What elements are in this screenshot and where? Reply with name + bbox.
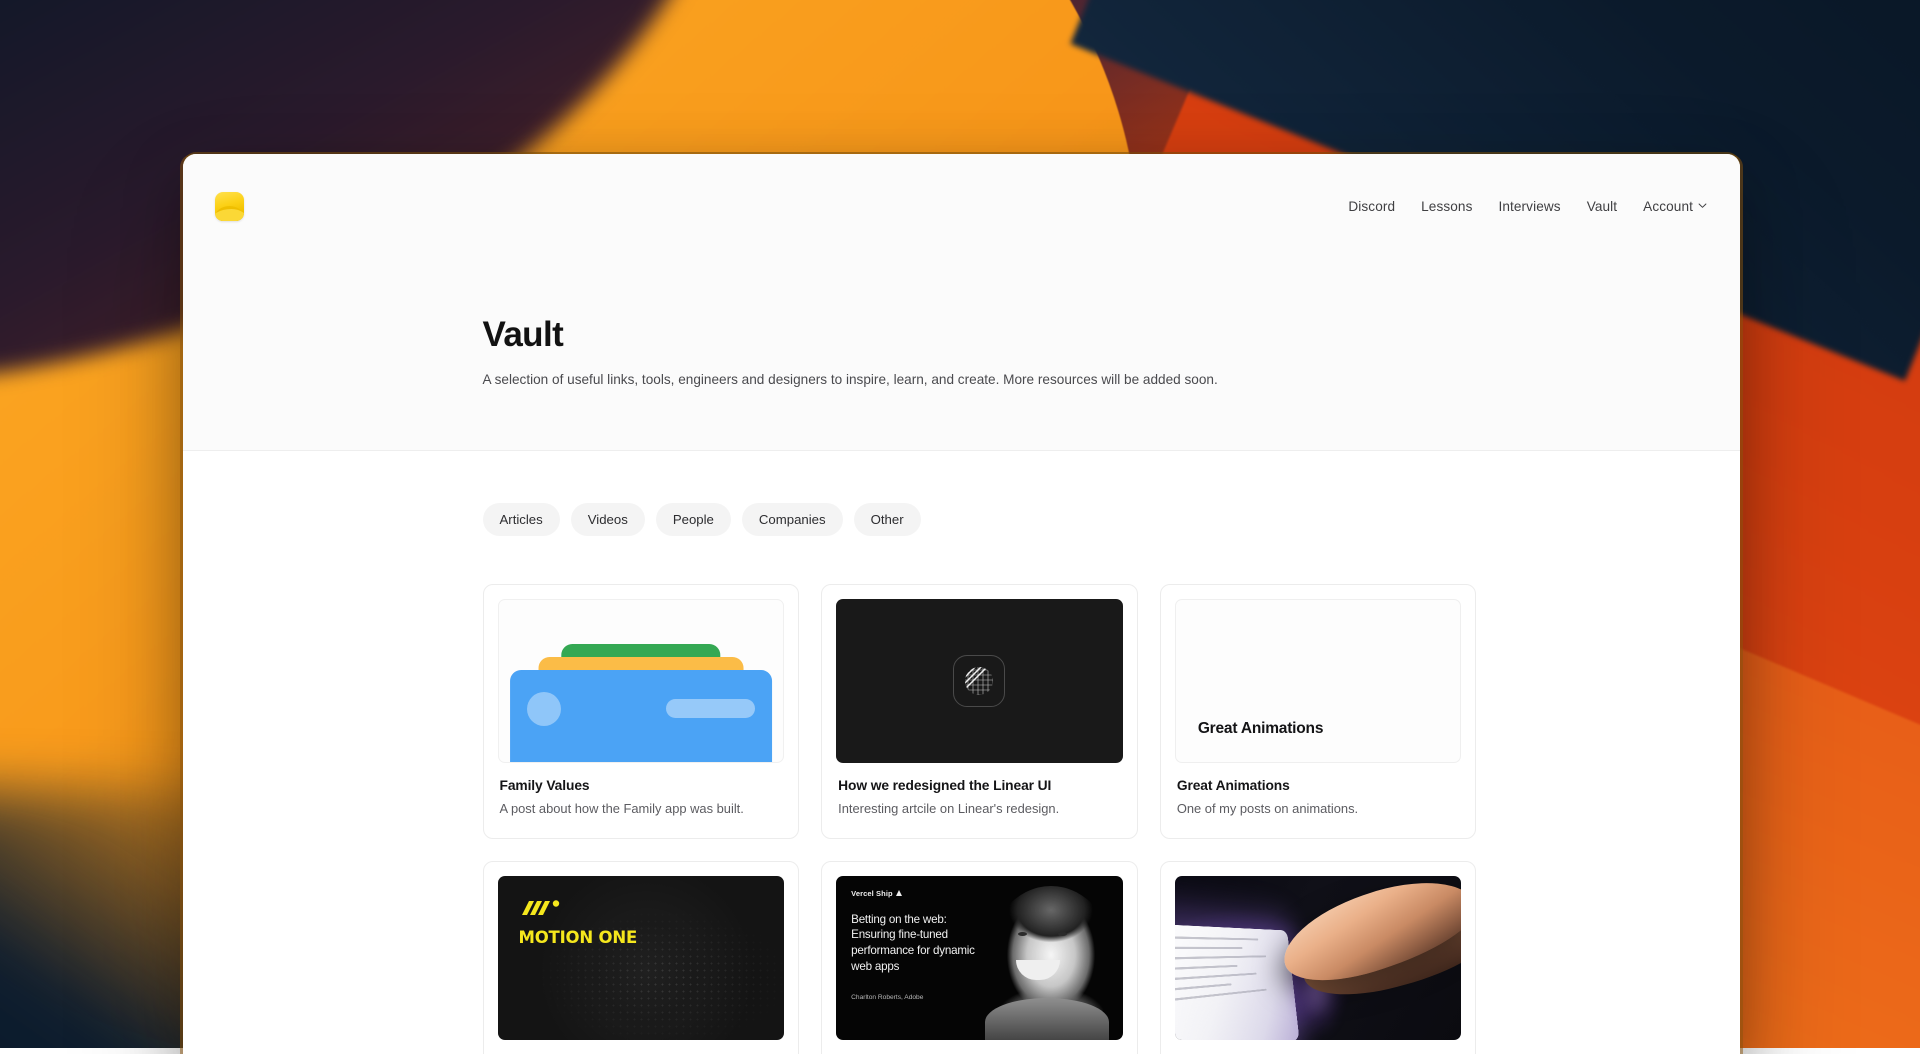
card-thumbnail-wrap — [822, 585, 1137, 763]
resource-card[interactable]: Great Animations Great Animations One of… — [1160, 584, 1477, 839]
linear-logo-dark — [836, 599, 1123, 763]
account-label: Account — [1643, 199, 1693, 214]
filter-pill-articles[interactable]: Articles — [483, 503, 560, 536]
portrait-shoulders — [985, 998, 1109, 1040]
card-title: Family Values — [500, 778, 783, 793]
portrait-eye-right — [1058, 932, 1067, 936]
linear-logo-icon — [953, 655, 1005, 707]
vercel-ship-label: Vercel Ship — [851, 889, 902, 898]
card-body: How we redesigned the Linear UI Interest… — [822, 763, 1137, 838]
talk-headline: Betting on the web: Ensuring fine-tuned … — [851, 912, 991, 975]
resource-card[interactable]: Vercel Ship Betting on the web: Ensuring… — [821, 861, 1138, 1054]
talk-byline: Charlton Roberts, Adobe — [851, 994, 923, 1001]
content-section: Articles Videos People Companies Other — [183, 451, 1740, 1054]
filter-pill-videos[interactable]: Videos — [571, 503, 645, 536]
thumbnail-title-text: Great Animations — [1176, 720, 1323, 762]
nav-item-interviews[interactable]: Interviews — [1498, 199, 1560, 214]
resource-card[interactable]: Designing Fluid Interfaces How to design… — [1160, 861, 1477, 1054]
card-thumbnail-wrap — [1161, 862, 1476, 1040]
card-thumbnail-wrap: Great Animations — [1161, 585, 1476, 763]
browser-window: Discord Lessons Interviews Vault Account… — [183, 154, 1740, 1054]
fluid-interfaces-finger-phone — [1175, 876, 1462, 1040]
hero-section: Vault A selection of useful links, tools… — [183, 258, 1740, 451]
nav-item-discord[interactable]: Discord — [1348, 199, 1395, 214]
vercel-ship-text: Vercel Ship — [851, 889, 893, 898]
filter-pill-other[interactable]: Other — [854, 503, 921, 536]
card-title: How we redesigned the Linear UI — [838, 778, 1121, 793]
filter-pill-group: Articles Videos People Companies Other — [483, 503, 1477, 536]
nav-item-account[interactable]: Account — [1643, 199, 1707, 214]
card-thumbnail-wrap: MOTION ONE — [484, 862, 799, 1040]
page-title: Vault — [483, 316, 1477, 355]
main-navigation: Discord Lessons Interviews Vault Account — [1348, 199, 1707, 214]
card-title: Great Animations — [1177, 778, 1460, 793]
card-subtitle: Interesting artcile on Linear's redesign… — [838, 800, 1121, 819]
vercel-ship-talk-card: Vercel Ship Betting on the web: Ensuring… — [836, 876, 1123, 1040]
portrait-eye-left — [1018, 932, 1027, 936]
site-header: Discord Lessons Interviews Vault Account — [183, 154, 1740, 258]
card-subtitle: A post about how the Family app was buil… — [500, 800, 783, 819]
wallet-bar-detail — [666, 699, 754, 718]
family-wallet-illustration — [498, 599, 785, 763]
card-body: Great Animations One of my posts on anim… — [1161, 763, 1476, 838]
resource-card[interactable]: Family Values A post about how the Famil… — [483, 584, 800, 839]
card-thumbnail-wrap: Vercel Ship Betting on the web: Ensuring… — [822, 862, 1137, 1040]
filter-pill-companies[interactable]: Companies — [742, 503, 843, 536]
resource-card-grid: Family Values A post about how the Famil… — [483, 584, 1477, 1054]
filter-pill-people[interactable]: People — [656, 503, 731, 536]
resource-card[interactable]: How we redesigned the Linear UI Interest… — [821, 584, 1138, 839]
card-body: Designing Fluid Interfaces How to design… — [1161, 1040, 1476, 1054]
card-body: Family Values A post about how the Famil… — [484, 763, 799, 838]
page-description: A selection of useful links, tools, engi… — [483, 370, 1477, 390]
card-body: Performance, Motion One By the creater o… — [484, 1040, 799, 1054]
card-subtitle: One of my posts on animations. — [1177, 800, 1460, 819]
vault-folder-logo-icon[interactable] — [215, 192, 244, 221]
chevron-down-icon — [1698, 201, 1707, 210]
wallet-circle-detail — [527, 692, 561, 726]
resource-card[interactable]: MOTION ONE Performance, Motion One By th… — [483, 861, 800, 1054]
card-body: Fine-tuned performance A talk from frame… — [822, 1040, 1137, 1054]
card-thumbnail-wrap — [484, 585, 799, 763]
motion-one-wordmark: MOTION ONE — [519, 928, 638, 947]
nav-item-lessons[interactable]: Lessons — [1421, 199, 1472, 214]
great-animations-title-card: Great Animations — [1175, 599, 1462, 763]
nav-item-vault[interactable]: Vault — [1587, 199, 1617, 214]
motion-one-mark-icon — [520, 898, 566, 923]
motion-one-logo-card: MOTION ONE — [498, 876, 785, 1040]
phone-content-lines — [1175, 936, 1290, 1040]
vercel-triangle-icon — [896, 890, 902, 896]
